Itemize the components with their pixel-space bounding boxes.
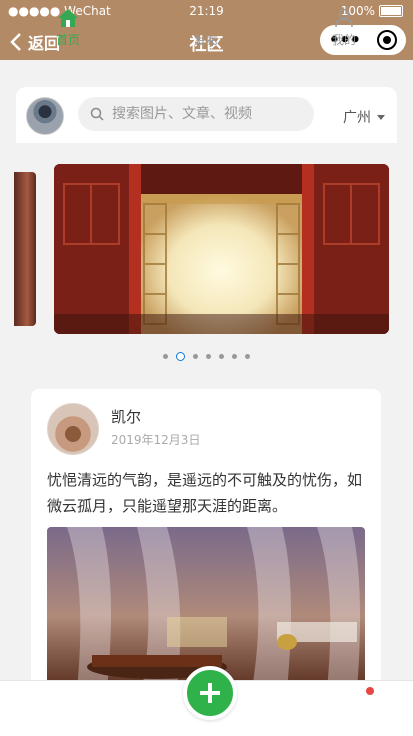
tab-publish-label: 发布 bbox=[193, 34, 218, 48]
post-card[interactable]: 凯尔 2019年12月3日 忧悒清远的气韵，是遥远的不可触及的忧伤，如微云孤月，… bbox=[31, 389, 381, 689]
carousel-dot[interactable] bbox=[163, 354, 168, 359]
chevron-left-icon bbox=[10, 33, 21, 51]
tab-home-label: 首页 bbox=[55, 33, 80, 47]
search-icon bbox=[90, 107, 104, 121]
carousel-indicators bbox=[0, 352, 413, 361]
carousel-dot[interactable] bbox=[193, 354, 198, 359]
city-selector[interactable]: 广州 bbox=[343, 107, 385, 127]
user-icon bbox=[335, 8, 353, 28]
author-avatar[interactable] bbox=[47, 403, 99, 455]
tab-me[interactable]: 我的 bbox=[304, 8, 384, 48]
post-date: 2019年12月3日 bbox=[111, 433, 201, 447]
tab-publish[interactable]: 发布 bbox=[166, 32, 246, 49]
carousel-dot[interactable] bbox=[219, 354, 224, 359]
tab-home[interactable]: 首页 bbox=[28, 8, 108, 48]
banner-slide[interactable] bbox=[54, 164, 389, 334]
plus-icon bbox=[200, 683, 220, 703]
post-image[interactable] bbox=[47, 527, 365, 689]
carousel-dot[interactable] bbox=[245, 354, 250, 359]
post-text: 忧悒清远的气韵，是遥远的不可触及的忧伤，如微云孤月，只能遥望那天涯的距离。 bbox=[47, 471, 363, 515]
caret-down-icon bbox=[377, 114, 385, 120]
search-input[interactable] bbox=[110, 105, 304, 123]
home-icon bbox=[58, 9, 78, 27]
search-box[interactable] bbox=[78, 97, 314, 131]
banner-prev-slide[interactable] bbox=[14, 172, 36, 326]
carousel-dot-active[interactable] bbox=[176, 352, 185, 361]
publish-button[interactable] bbox=[183, 666, 237, 720]
search-card: 广州 bbox=[16, 87, 397, 143]
palace-doorway-image bbox=[54, 164, 389, 334]
city-label: 广州 bbox=[343, 110, 371, 126]
interior-scene-image bbox=[47, 527, 365, 689]
user-avatar[interactable] bbox=[26, 97, 64, 135]
tab-me-label: 我的 bbox=[331, 33, 356, 47]
notification-badge bbox=[366, 687, 374, 695]
author-name[interactable]: 凯尔 bbox=[111, 406, 141, 427]
carousel-dot[interactable] bbox=[206, 354, 211, 359]
carousel-dot[interactable] bbox=[232, 354, 237, 359]
